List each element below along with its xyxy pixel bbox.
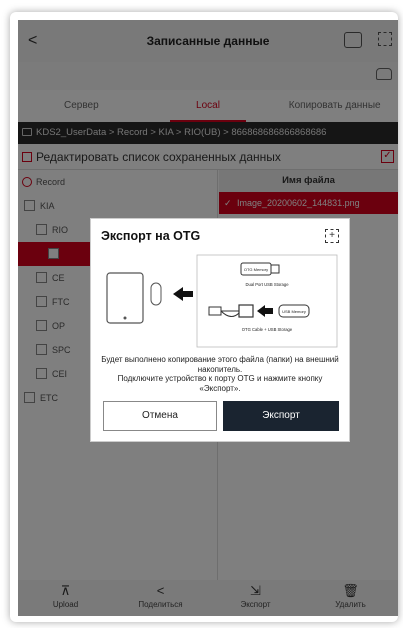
dual-port-label: Dual Port USB Storage [245,282,289,287]
phone-button [123,316,127,320]
export-confirm-button[interactable]: Экспорт [223,401,339,431]
export-button[interactable]: ⇲ Экспорт [208,580,303,616]
otg-memory-connector [270,264,280,274]
file-list-header: Имя файла [219,170,398,192]
dialog-title: Экспорт на OTG [101,229,201,243]
cancel-button[interactable]: Отмена [103,401,217,431]
tab-copy-data[interactable]: Копировать данные [271,90,398,122]
checkbox[interactable] [36,296,47,307]
delete-label: Удалить [335,600,366,609]
edit-list-bar[interactable]: Редактировать список сохраненных данных … [18,144,398,170]
dialog-message: Будет выполнено копирование этого файла … [97,355,343,393]
tab-local[interactable]: Local [145,90,272,122]
checkbox[interactable] [36,344,47,355]
otg-memory-label: OTG Memory [244,267,268,272]
checkbox[interactable] [36,368,47,379]
otg-cable-socket [238,304,254,318]
arrow-left-icon [173,287,193,301]
folder-icon [22,128,32,136]
checkbox[interactable] [36,272,47,283]
share-icon: < [156,583,165,598]
otg-icon: + [325,229,339,243]
device-frame: < Записанные данные Сервер Local Копиров… [10,12,398,622]
share-label: Поделиться [138,600,183,609]
otg-cable-plug [208,306,222,316]
tab-server[interactable]: Сервер [18,90,145,122]
delete-button[interactable]: 🗑 Удалить [303,580,398,616]
dialog-message-line2: Подключите устройство к порту OTG и нажм… [117,374,323,393]
upload-button[interactable]: ⊼ Upload [18,580,113,616]
car-icon[interactable] [376,68,392,80]
checkbox[interactable] [48,248,59,259]
edit-list-label: Редактировать список сохраненных данных [36,150,281,164]
source-tabs: Сервер Local Копировать данные [18,90,398,122]
otg-illustration: OTG Memory Dual Port USB Storage USB Mem… [106,254,338,348]
edit-icon [22,152,32,162]
checkbox[interactable] [36,224,47,235]
breadcrumb: KDS2_UserData > Record > KIA > RIO(UB) >… [18,122,398,144]
export-label: Экспорт [240,600,271,609]
tree-root[interactable]: Record [18,170,217,194]
tree-item-kia[interactable]: KIA [18,194,217,218]
sub-toolbar [18,62,398,90]
checkbox[interactable] [24,392,35,403]
phone-illustration [106,272,144,324]
file-row-selected[interactable]: Image_20200602_144831.png [219,192,398,214]
vci-icon[interactable] [344,32,362,48]
checkbox[interactable] [36,320,47,331]
select-all-checkbox[interactable]: ✓ [381,150,394,163]
breadcrumb-path: KDS2_UserData > Record > KIA > RIO(UB) >… [36,127,327,138]
upload-icon: ⊼ [60,583,71,598]
bottom-toolbar: ⊼ Upload < Поделиться ⇲ Экспорт 🗑 Удалит… [18,580,398,616]
screenshot-icon[interactable] [378,32,392,46]
otg-port-icon [150,282,162,306]
export-icon: ⇲ [250,583,261,598]
delete-icon: 🗑 [342,583,359,598]
usb-memory-label: USB Memory [282,309,306,314]
page-title: Записанные данные [146,34,270,48]
collapse-icon[interactable] [22,177,32,187]
dialog-message-line1: Будет выполнено копирование этого файла … [101,355,339,374]
otg-cable-label: OTG Cable + USB Storage [242,327,293,332]
app-header: < Записанные данные [18,20,398,62]
upload-label: Upload [52,600,79,609]
share-button[interactable]: < Поделиться [113,580,208,616]
otg-export-dialog: Экспорт на OTG + OTG Memory Dual Port US… [90,218,350,442]
checkbox[interactable] [24,200,35,211]
